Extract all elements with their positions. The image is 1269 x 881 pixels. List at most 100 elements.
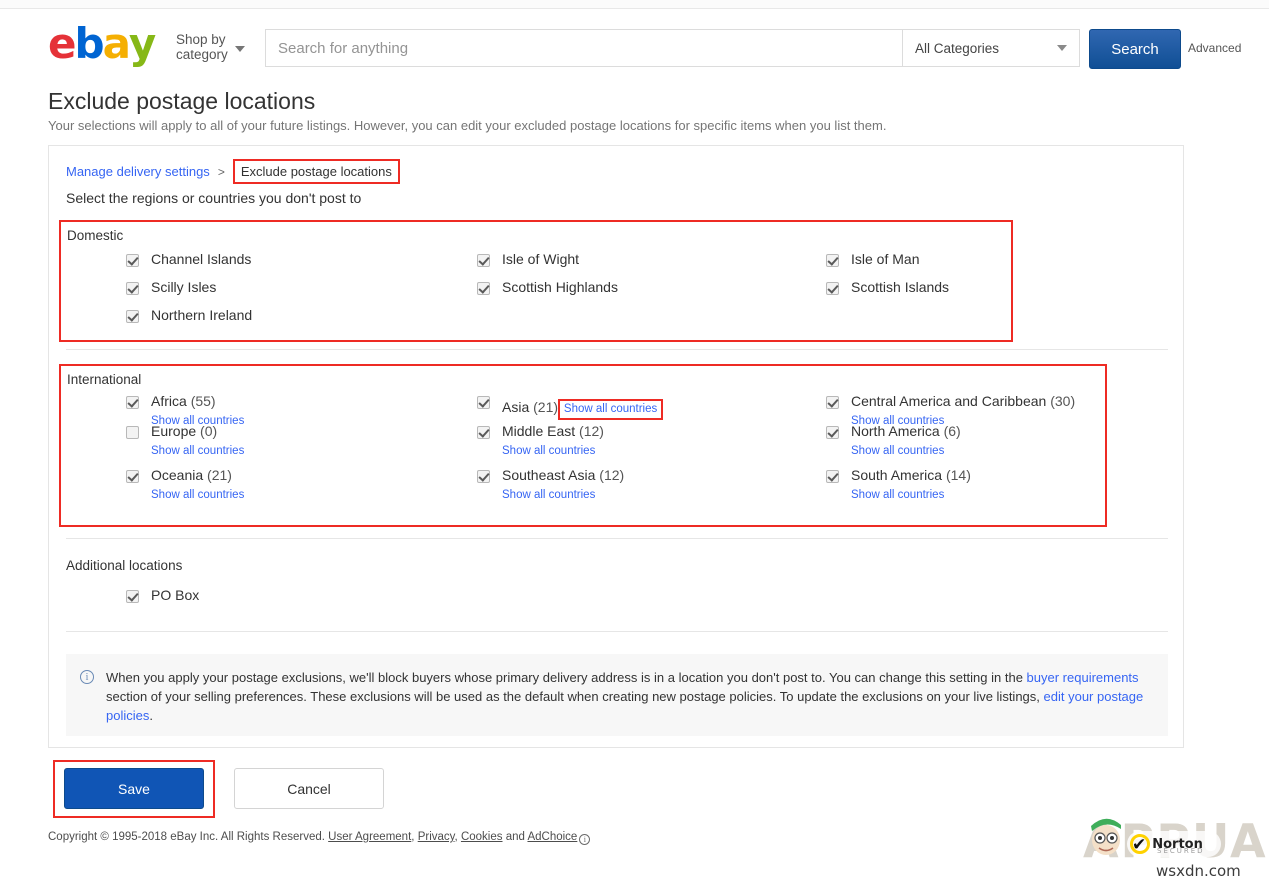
label-oceania: Oceania (21) Show all countries — [151, 468, 244, 503]
show-all-countries-southeast-asia[interactable]: Show all countries — [502, 488, 624, 503]
breadcrumb-separator: > — [218, 165, 225, 179]
search-bar: All Categories Search — [265, 29, 1181, 69]
logo-letter-e: e — [48, 23, 75, 65]
breadcrumb-link-manage-delivery-settings[interactable]: Manage delivery settings — [66, 164, 210, 179]
checkbox-row-scottish-islands[interactable]: Scottish Islands — [826, 280, 949, 295]
checkbox-row-asia[interactable]: Asia (21) Show all countries — [477, 394, 663, 420]
label-channel-islands: Channel Islands — [151, 252, 251, 267]
checkbox-row-po-box[interactable]: PO Box — [126, 588, 199, 603]
international-section-title: International — [67, 372, 141, 387]
region-name-asia: Asia — [502, 399, 529, 415]
region-name-middle-east: Middle East — [502, 423, 575, 439]
checkbox-isle-of-wight[interactable] — [477, 254, 490, 267]
notice-part-3: . — [149, 708, 153, 723]
norton-ring-icon — [1130, 834, 1150, 854]
region-count-southeast-asia: (12) — [599, 467, 624, 483]
show-all-countries-middle-east[interactable]: Show all countries — [502, 444, 604, 459]
checkbox-north-america[interactable] — [826, 426, 839, 439]
footer-link-user-agreement[interactable]: User Agreement — [328, 831, 411, 843]
checkbox-northern-ireland[interactable] — [126, 310, 139, 323]
checkbox-row-isle-of-man[interactable]: Isle of Man — [826, 252, 919, 267]
checkbox-channel-islands[interactable] — [126, 254, 139, 267]
checkbox-south-america[interactable] — [826, 470, 839, 483]
region-name-europe: Europe — [151, 423, 196, 439]
shop-by-line1: Shop by — [176, 32, 226, 47]
checkbox-isle-of-man[interactable] — [826, 254, 839, 267]
save-button[interactable]: Save — [64, 768, 204, 809]
checkbox-central-america-and-caribbean[interactable] — [826, 396, 839, 409]
label-south-america: South America (14) Show all countries — [851, 468, 971, 503]
checkbox-southeast-asia[interactable] — [477, 470, 490, 483]
label-scottish-highlands: Scottish Highlands — [502, 280, 618, 295]
source-url-watermark: wsxdn.com — [1156, 862, 1241, 880]
region-count-south-america: (14) — [946, 467, 971, 483]
checkbox-row-channel-islands[interactable]: Channel Islands — [126, 252, 251, 267]
additional-locations-title: Additional locations — [66, 558, 182, 573]
cancel-button[interactable]: Cancel — [234, 768, 384, 809]
checkbox-row-europe[interactable]: Europe (0) Show all countries — [126, 424, 244, 459]
checkbox-po-box[interactable] — [126, 590, 139, 603]
label-southeast-asia: Southeast Asia (12) Show all countries — [502, 468, 624, 503]
checkbox-row-isle-of-wight[interactable]: Isle of Wight — [477, 252, 579, 267]
page-root: ebay Shop by category All Categories Sea… — [0, 0, 1269, 881]
footer-link-privacy[interactable]: Privacy — [418, 831, 455, 843]
checkbox-asia[interactable] — [477, 396, 490, 409]
region-name-southeast-asia: Southeast Asia — [502, 467, 595, 483]
checkbox-oceania[interactable] — [126, 470, 139, 483]
checkbox-row-north-america[interactable]: North America (6) Show all countries — [826, 424, 961, 459]
label-north-america: North America (6) Show all countries — [851, 424, 961, 459]
checkbox-scottish-islands[interactable] — [826, 282, 839, 295]
region-name-oceania: Oceania — [151, 467, 203, 483]
checkbox-row-south-america[interactable]: South America (14) Show all countries — [826, 468, 971, 503]
checkbox-row-southeast-asia[interactable]: Southeast Asia (12) Show all countries — [477, 468, 624, 503]
adchoice-info-icon: i — [579, 834, 590, 845]
show-all-countries-asia[interactable]: Show all countries — [558, 399, 663, 420]
checkbox-row-oceania[interactable]: Oceania (21) Show all countries — [126, 468, 244, 503]
shop-by-category-label: Shop by category — [176, 32, 228, 62]
checkbox-row-middle-east[interactable]: Middle East (12) Show all countries — [477, 424, 604, 459]
checkbox-row-northern-ireland[interactable]: Northern Ireland — [126, 308, 252, 323]
label-isle-of-wight: Isle of Wight — [502, 252, 579, 267]
search-button[interactable]: Search — [1089, 29, 1181, 69]
footer-link-adchoice[interactable]: AdChoice — [527, 831, 577, 843]
logo-letter-a: a — [103, 23, 129, 65]
divider-after-additional — [66, 631, 1168, 632]
checkbox-scottish-highlands[interactable] — [477, 282, 490, 295]
label-scottish-islands: Scottish Islands — [851, 280, 949, 295]
region-count-asia: (21) — [533, 399, 558, 415]
checkbox-row-scottish-highlands[interactable]: Scottish Highlands — [477, 280, 618, 295]
checkbox-middle-east[interactable] — [477, 426, 490, 439]
breadcrumb: Manage delivery settings > Exclude posta… — [66, 159, 400, 184]
show-all-countries-europe[interactable]: Show all countries — [151, 444, 244, 459]
norton-secured-label: SECURED — [1157, 847, 1205, 855]
show-all-countries-oceania[interactable]: Show all countries — [151, 488, 244, 503]
region-name-central-america-and-caribbean: Central America and Caribbean — [851, 393, 1046, 409]
checkbox-scilly-isles[interactable] — [126, 282, 139, 295]
checkbox-africa[interactable] — [126, 396, 139, 409]
logo-letter-b: b — [75, 23, 103, 65]
region-name-africa: Africa — [151, 393, 187, 409]
page-subtitle: Your selections will apply to all of you… — [48, 118, 886, 133]
shop-by-category-menu[interactable]: Shop by category — [176, 32, 245, 62]
checkbox-europe[interactable] — [126, 426, 139, 439]
label-europe: Europe (0) Show all countries — [151, 424, 244, 459]
search-input[interactable] — [265, 29, 902, 67]
show-all-countries-north-america[interactable]: Show all countries — [851, 444, 961, 459]
page-title: Exclude postage locations — [48, 88, 315, 115]
notice-part-2: section of your selling preferences. The… — [106, 689, 1044, 704]
site-header: ebay Shop by category All Categories Sea… — [0, 10, 1269, 67]
ebay-logo[interactable]: ebay — [48, 23, 154, 65]
buyer-requirements-link[interactable]: buyer requirements — [1027, 670, 1139, 685]
exclude-locations-card: Manage delivery settings > Exclude posta… — [48, 145, 1184, 748]
show-all-countries-south-america[interactable]: Show all countries — [851, 488, 971, 503]
category-select[interactable]: All Categories — [902, 29, 1080, 67]
footer-copyright: Copyright © 1995-2018 eBay Inc. All Righ… — [48, 831, 325, 843]
checkbox-row-scilly-isles[interactable]: Scilly Isles — [126, 280, 216, 295]
region-count-central-america-and-caribbean: (30) — [1050, 393, 1075, 409]
footer-link-cookies[interactable]: Cookies — [461, 831, 503, 843]
region-count-africa: (55) — [191, 393, 216, 409]
label-middle-east: Middle East (12) Show all countries — [502, 424, 604, 459]
chevron-down-icon — [1057, 45, 1067, 51]
advanced-search-link[interactable]: Advanced — [1188, 41, 1241, 55]
region-count-middle-east: (12) — [579, 423, 604, 439]
